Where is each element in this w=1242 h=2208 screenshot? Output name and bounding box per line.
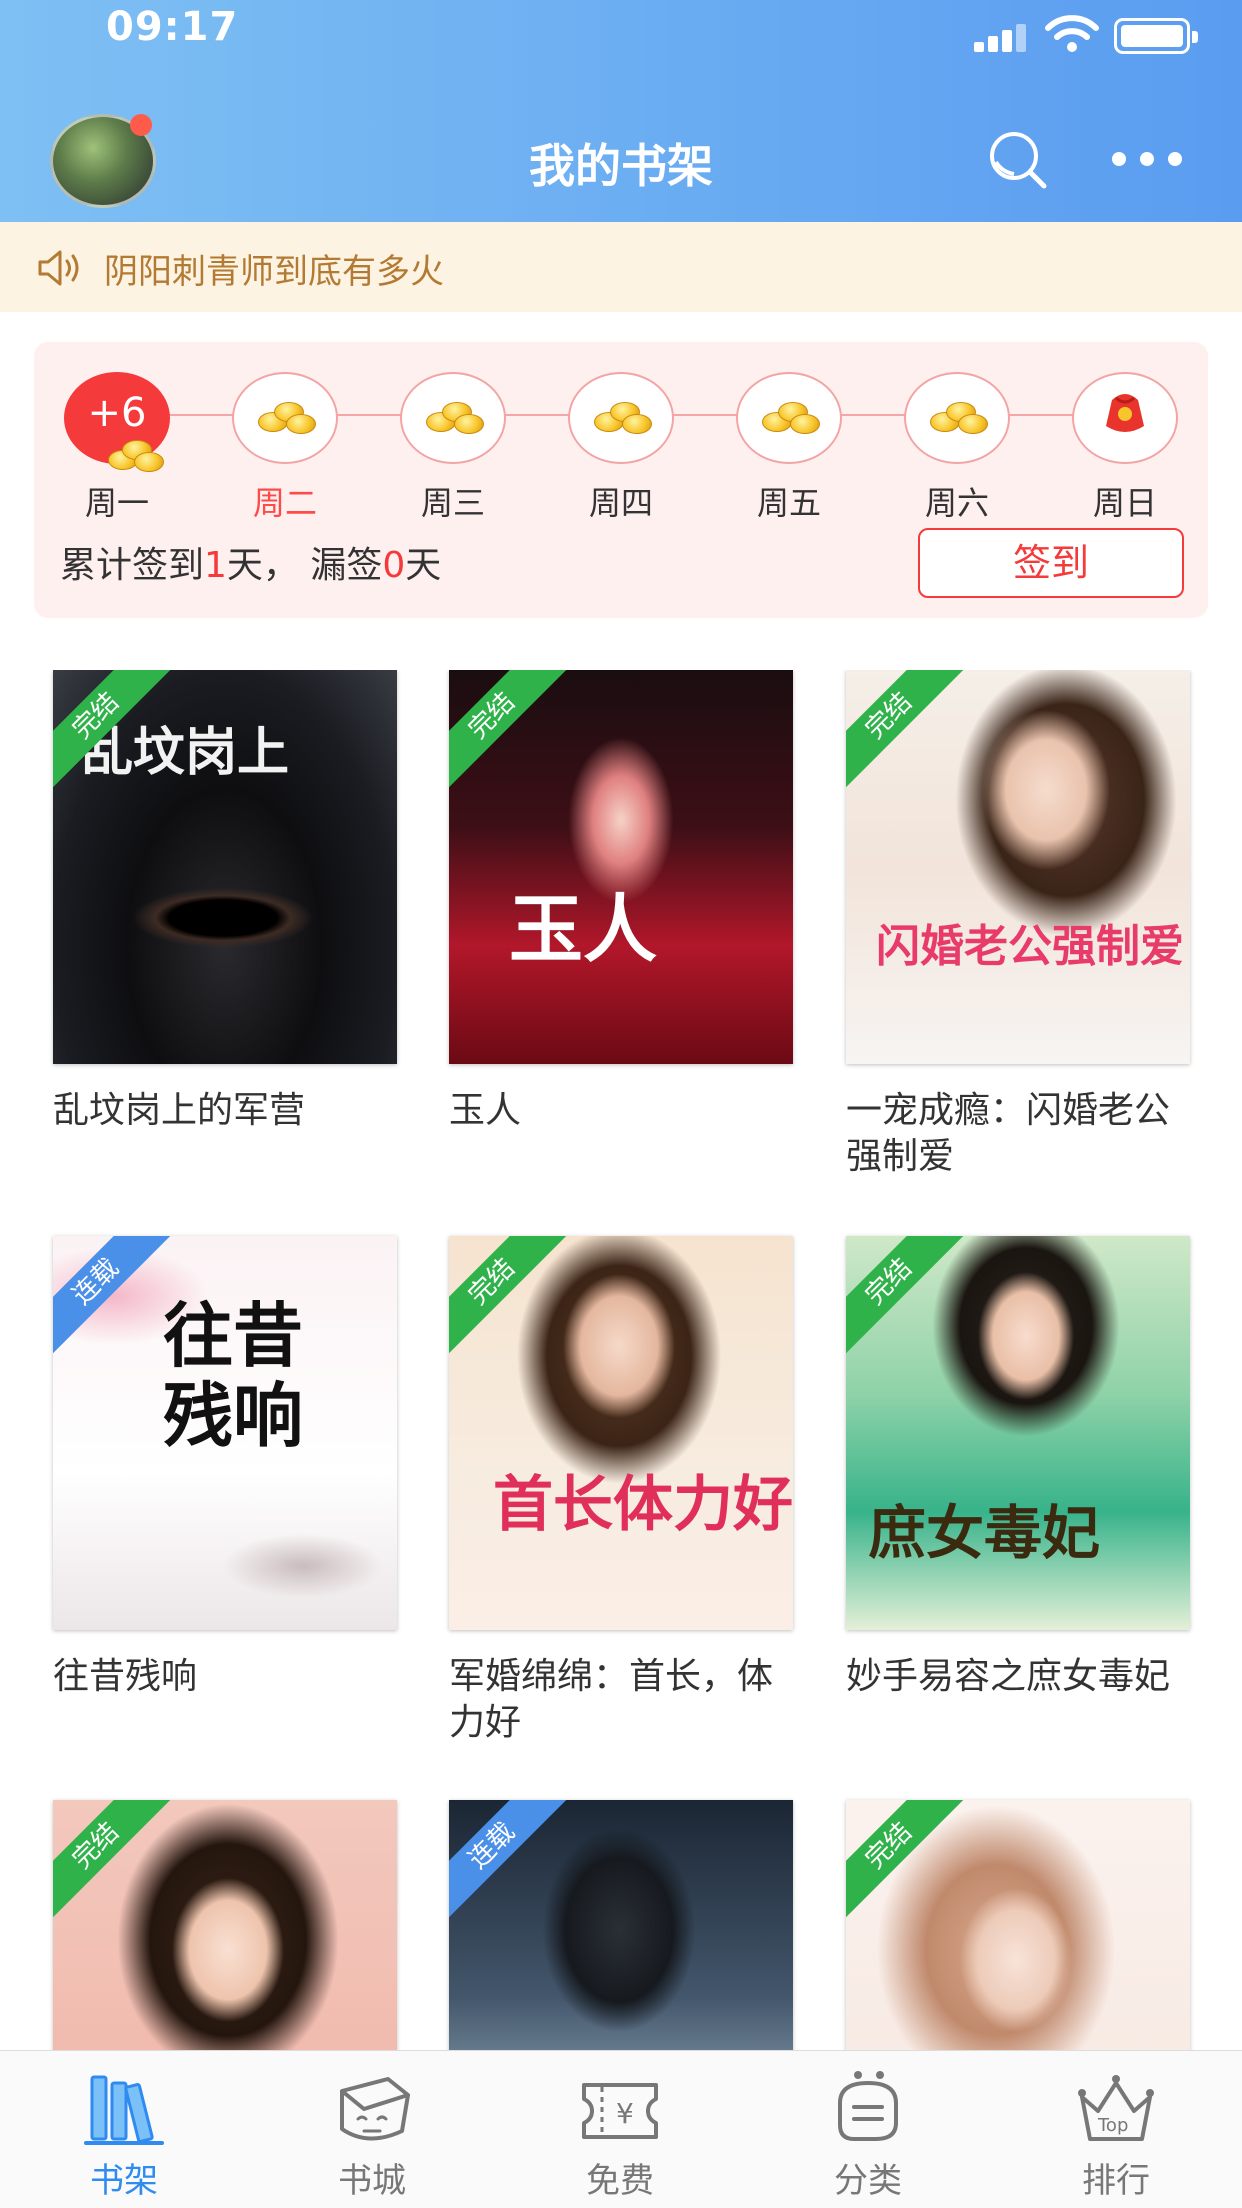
bookstore-icon xyxy=(340,2077,410,2141)
book-cover[interactable]: 乱坟岗上 完结 xyxy=(53,670,397,1064)
checkin-day-label: 周日 xyxy=(1092,484,1157,522)
checkin-button[interactable]: 签到 xyxy=(918,528,1184,598)
notice-text: 阴阳刺青师到底有多火 xyxy=(104,252,444,292)
svg-text:¥: ¥ xyxy=(616,2097,634,2130)
book-title: 妙手易容之庶女毒妃 xyxy=(846,1656,1171,1697)
bottom-tab-bar: 书架 书城 ¥ 免费 分类 Top 排行 xyxy=(0,2050,1242,2208)
tab-label: 分类 xyxy=(834,2161,902,2201)
cellular-signal-icon xyxy=(974,22,1030,52)
checkin-day-sat: 周六 xyxy=(904,372,1010,552)
checkin-day-label: 周六 xyxy=(924,484,989,522)
coins-icon xyxy=(424,398,484,438)
checkin-day-sun: 周日 xyxy=(1072,372,1178,552)
battery-icon xyxy=(1114,18,1198,54)
book-cover[interactable]: 完结 xyxy=(53,1800,397,2050)
coins-icon xyxy=(256,398,316,438)
tab-label: 排行 xyxy=(1082,2161,1150,2201)
book-title: 往昔残响 xyxy=(53,1656,198,1697)
book-cover[interactable]: 玉人 完结 xyxy=(449,670,793,1064)
checkin-day-tue: 周二 xyxy=(232,372,338,552)
tab-label: 书架 xyxy=(90,2161,158,2201)
checkin-day-fri: 周五 xyxy=(736,372,842,552)
cover-title: 首长体力好 xyxy=(493,1470,793,1540)
tab-bookstore[interactable]: 书城 xyxy=(292,2069,452,2201)
page-title: 我的书架 xyxy=(529,139,713,193)
search-icon[interactable] xyxy=(984,128,1054,194)
tab-bookshelf[interactable]: 书架 xyxy=(44,2069,204,2201)
coins-icon xyxy=(928,398,988,438)
book-title: 军婚绵绵：首长，体力好 xyxy=(449,1656,774,1743)
free-ticket-icon: ¥ xyxy=(582,2083,658,2139)
rank-icon-text: Top xyxy=(1097,2115,1128,2136)
status-bar: 09:17 xyxy=(0,0,1242,60)
bookshelf-icon xyxy=(84,2075,164,2145)
coins-icon xyxy=(592,398,652,438)
book-title: 一宠成瘾：闪婚老公强制爱 xyxy=(846,1090,1171,1177)
category-icon xyxy=(838,2071,898,2141)
checkin-day-label: 周四 xyxy=(588,484,653,522)
days-missed-count: 0 xyxy=(382,545,406,586)
notice-bar[interactable]: 阴阳刺青师到底有多火 xyxy=(0,222,1242,312)
checkin-bonus: +6 xyxy=(87,390,147,436)
cover-title: 往昔残响 xyxy=(163,1294,303,1457)
tab-category[interactable]: 分类 xyxy=(788,2069,948,2201)
tab-free[interactable]: ¥ 免费 xyxy=(540,2069,700,2201)
coins-icon xyxy=(108,436,168,476)
book-cover[interactable]: 首长体力好 完结 xyxy=(449,1236,793,1630)
checkin-card: +6 周一 周二 周三 周四 周五 周六 周日 累计签到1天， 漏签0天 签到 xyxy=(34,342,1208,618)
bookshelf-page: 09:17 我的书架 阴阳刺青师到底有多火 +6 周一 周二 周三 周四 周五 … xyxy=(0,0,1242,2208)
book-cover[interactable]: 庶女毒妃 完结 xyxy=(846,1236,1190,1630)
checkin-day-wed: 周三 xyxy=(400,372,506,552)
book-title: 玉人 xyxy=(449,1090,522,1131)
checkin-day-label: 周五 xyxy=(756,484,821,522)
checkin-day-label: 周三 xyxy=(420,484,485,522)
speaker-icon xyxy=(38,250,79,286)
more-icon[interactable] xyxy=(1112,146,1184,174)
header: 09:17 我的书架 xyxy=(0,0,1242,222)
book-cover[interactable]: 完结 xyxy=(846,1800,1190,2050)
checkin-day-mon: +6 周一 xyxy=(64,372,170,552)
checkin-day-label: 周二 xyxy=(252,484,317,522)
cover-title: 玉人 xyxy=(509,887,657,973)
tab-label: 书城 xyxy=(338,2161,406,2201)
tab-ranking[interactable]: Top 排行 xyxy=(1036,2069,1196,2201)
ranking-crown-icon: Top xyxy=(1078,2075,1154,2141)
book-cover[interactable]: 连载 xyxy=(449,1800,793,2050)
book-cover[interactable]: 闪婚老公强制爱 完结 xyxy=(846,670,1190,1064)
coins-icon xyxy=(760,398,820,438)
cover-title: 闪婚老公强制爱 xyxy=(876,921,1184,972)
cover-title: 庶女毒妃 xyxy=(868,1499,1101,1567)
checkin-day-label: 周一 xyxy=(84,484,149,522)
tab-label: 免费 xyxy=(586,2161,654,2201)
book-cover[interactable]: 往昔残响 连载 xyxy=(53,1236,397,1630)
checkin-summary: 累计签到1天， 漏签0天 xyxy=(60,545,442,586)
book-title: 乱坟岗上的军营 xyxy=(53,1090,306,1131)
red-envelope-icon xyxy=(1106,394,1144,432)
checkin-day-thu: 周四 xyxy=(568,372,674,552)
status-time: 09:17 xyxy=(106,4,239,50)
book-grid: 乱坟岗上 完结 乱坟岗上的军营 玉人 完结 玉人 闪婚老公强制爱 完结 一宠成瘾… xyxy=(0,670,1242,2050)
wifi-icon xyxy=(1045,15,1099,52)
days-signed-count: 1 xyxy=(204,545,227,586)
